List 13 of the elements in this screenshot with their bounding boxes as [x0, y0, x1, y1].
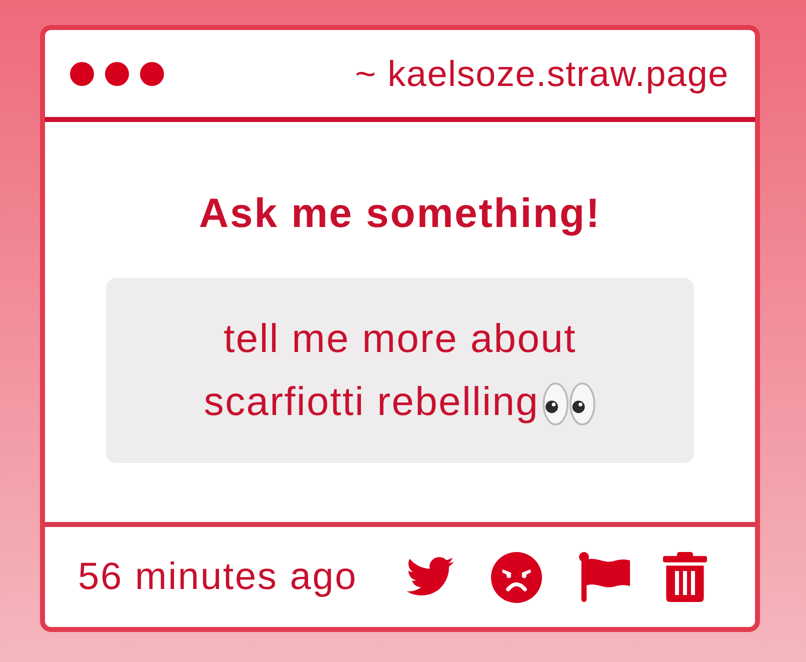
dot-icon: [105, 62, 129, 86]
bird-icon[interactable]: [405, 556, 455, 598]
question-text: scarfiotti rebelling: [204, 379, 540, 426]
prompt-title: Ask me something!: [199, 189, 601, 237]
page-address: ~ kaelsoze.straw.page: [354, 52, 729, 96]
dot-icon: [140, 62, 164, 86]
angry-face-icon[interactable]: [491, 552, 542, 602]
question-text: tell me more about: [224, 316, 576, 363]
flag-icon[interactable]: [578, 552, 630, 602]
eyes-icon: [542, 382, 596, 426]
timestamp: 56 minutes ago: [78, 555, 358, 600]
trash-icon[interactable]: [663, 552, 707, 602]
dot-icon: [70, 62, 94, 86]
